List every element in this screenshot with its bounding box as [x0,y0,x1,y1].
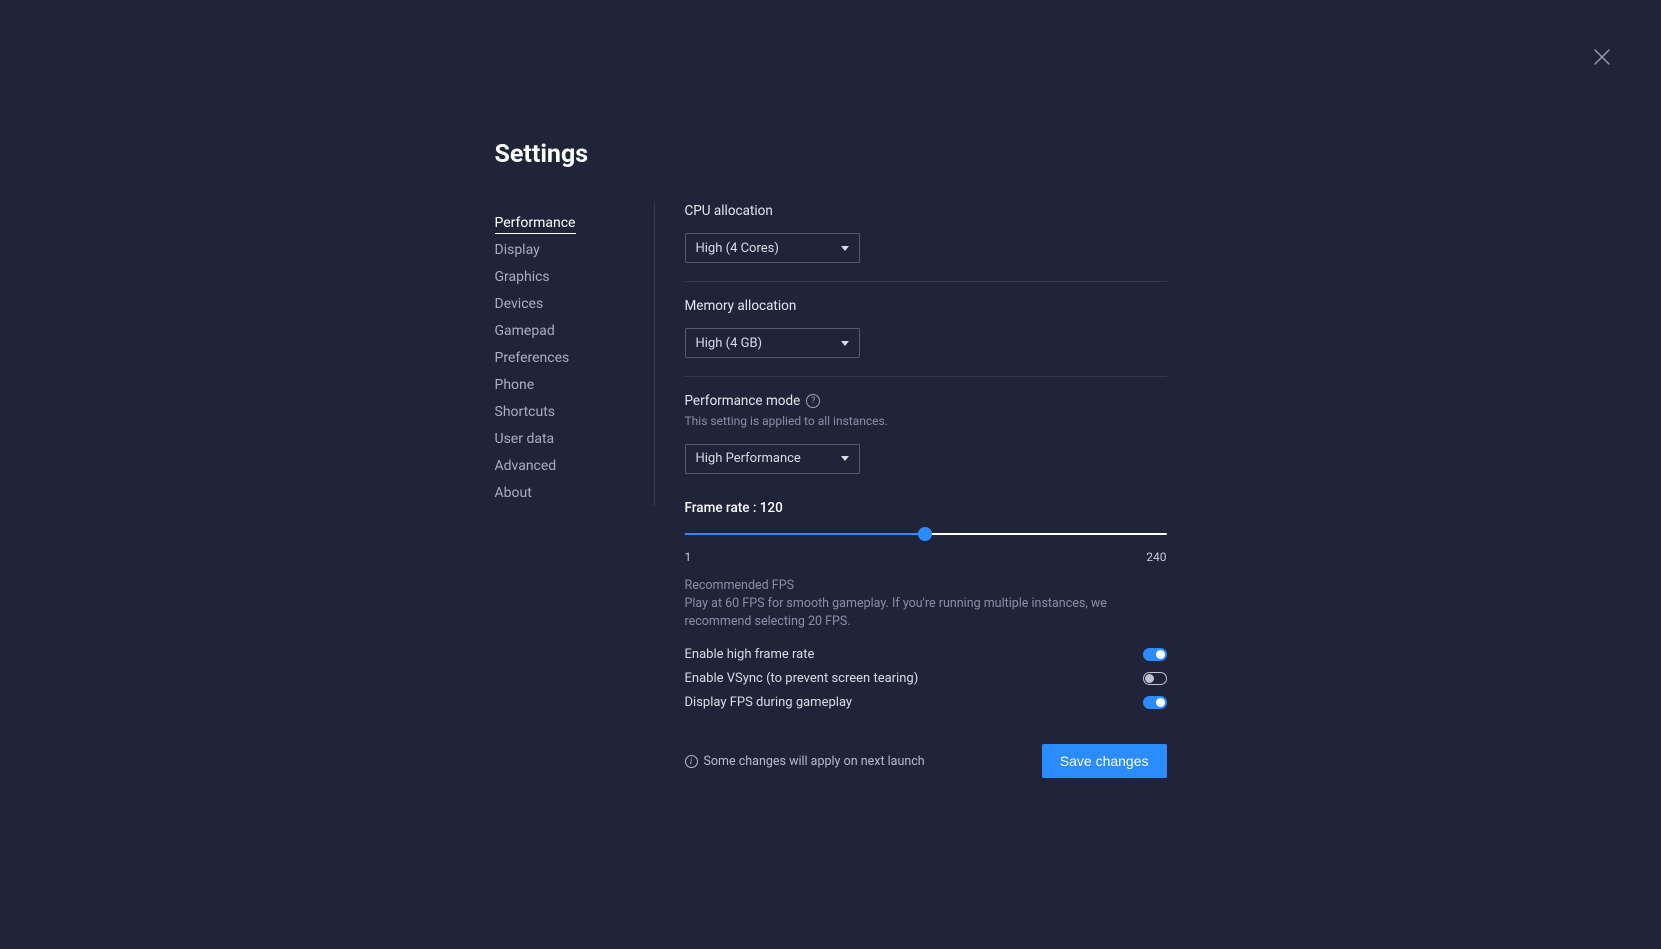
slider-fill [685,533,925,535]
memory-allocation-select[interactable]: High (4 GB) [685,328,860,358]
sidebar-item-about[interactable]: About [495,479,642,506]
frame-rate-label: Frame rate : 120 [685,500,1167,516]
vsync-label: Enable VSync (to prevent screen tearing) [685,671,919,686]
sidebar-item-performance[interactable]: Performance [495,209,642,236]
recommended-fps-heading: Recommended FPS [685,578,1167,593]
memory-allocation-label: Memory allocation [685,298,1167,314]
sidebar-item-advanced[interactable]: Advanced [495,452,642,479]
slider-max: 240 [1146,550,1166,564]
high-frame-rate-label: Enable high frame rate [685,647,815,662]
footer-note: i Some changes will apply on next launch [685,754,925,769]
frame-rate-slider[interactable] [685,526,1167,544]
performance-mode-select[interactable]: High Performance [685,444,860,474]
info-icon: i [685,755,698,768]
close-button[interactable] [1593,48,1611,66]
memory-allocation-value: High (4 GB) [696,336,763,351]
help-icon[interactable]: ? [806,394,820,408]
high-frame-rate-toggle[interactable] [1143,648,1167,661]
sidebar-item-shortcuts[interactable]: Shortcuts [495,398,642,425]
page-title: Settings [495,140,1167,169]
caret-down-icon [841,246,849,251]
settings-sidebar: Performance Display Graphics Devices Gam… [495,203,655,506]
cpu-allocation-label: CPU allocation [685,203,1167,219]
vsync-toggle[interactable] [1143,672,1167,685]
save-changes-button[interactable]: Save changes [1042,744,1167,778]
sidebar-item-display[interactable]: Display [495,236,642,263]
recommended-fps-text: Play at 60 FPS for smooth gameplay. If y… [685,595,1167,631]
sidebar-item-gamepad[interactable]: Gamepad [495,317,642,344]
slider-thumb[interactable] [918,527,932,541]
display-fps-toggle[interactable] [1143,696,1167,709]
sidebar-item-devices[interactable]: Devices [495,290,642,317]
performance-mode-label: Performance mode ? [685,393,1167,409]
display-fps-label: Display FPS during gameplay [685,695,853,710]
performance-mode-value: High Performance [696,451,801,466]
caret-down-icon [841,341,849,346]
slider-min: 1 [685,550,692,564]
performance-mode-sublabel: This setting is applied to all instances… [685,413,1167,430]
sidebar-item-graphics[interactable]: Graphics [495,263,642,290]
sidebar-item-user-data[interactable]: User data [495,425,642,452]
caret-down-icon [841,456,849,461]
cpu-allocation-value: High (4 Cores) [696,241,779,256]
sidebar-item-phone[interactable]: Phone [495,371,642,398]
cpu-allocation-select[interactable]: High (4 Cores) [685,233,860,263]
sidebar-item-preferences[interactable]: Preferences [495,344,642,371]
